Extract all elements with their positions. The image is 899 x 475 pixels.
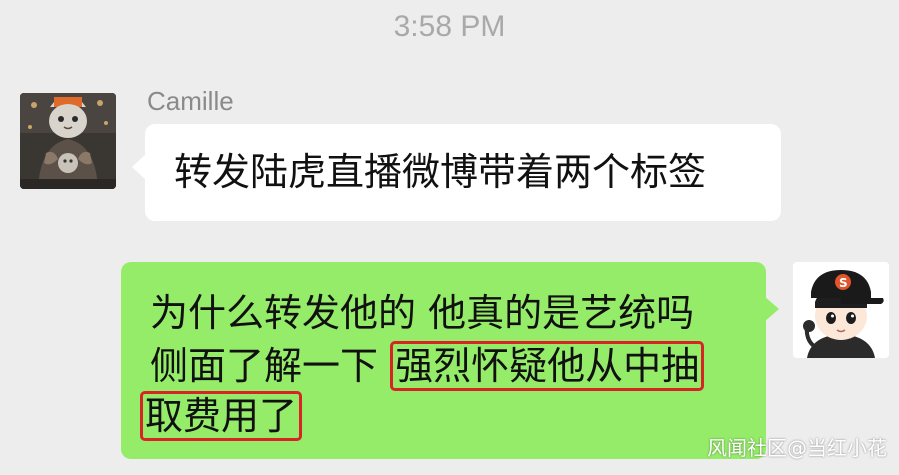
bubble-tail-icon [132, 154, 146, 180]
user-avatar-icon[interactable]: S [793, 262, 889, 358]
outgoing-message-line-3: 取费用了 [140, 389, 303, 443]
outgoing-message-line-1: 为什么转发他的 他真的是艺统吗 [150, 291, 695, 335]
cartoon-boy-icon: S [793, 262, 889, 358]
watermark: 风闻社区@当红小花 [707, 436, 887, 460]
outgoing-message-text: 侧面了解一下 [150, 344, 391, 388]
highlighted-text: 取费用了 [140, 391, 303, 441]
sender-avatar-icon[interactable] [20, 93, 116, 189]
message-timestamp: 3:58 PM [393, 10, 506, 43]
incoming-message-text: 转发陆虎直播微博带着两个标签 [174, 150, 707, 194]
outgoing-message-line-2: 侧面了解一下 强烈怀疑他从中抽 [150, 339, 705, 393]
sender-name: Camille [147, 86, 234, 116]
highlighted-text: 强烈怀疑他从中抽 [390, 341, 705, 391]
cat-portrait-icon [20, 93, 116, 189]
svg-text:S: S [839, 276, 848, 290]
bubble-tail-icon [764, 296, 779, 322]
